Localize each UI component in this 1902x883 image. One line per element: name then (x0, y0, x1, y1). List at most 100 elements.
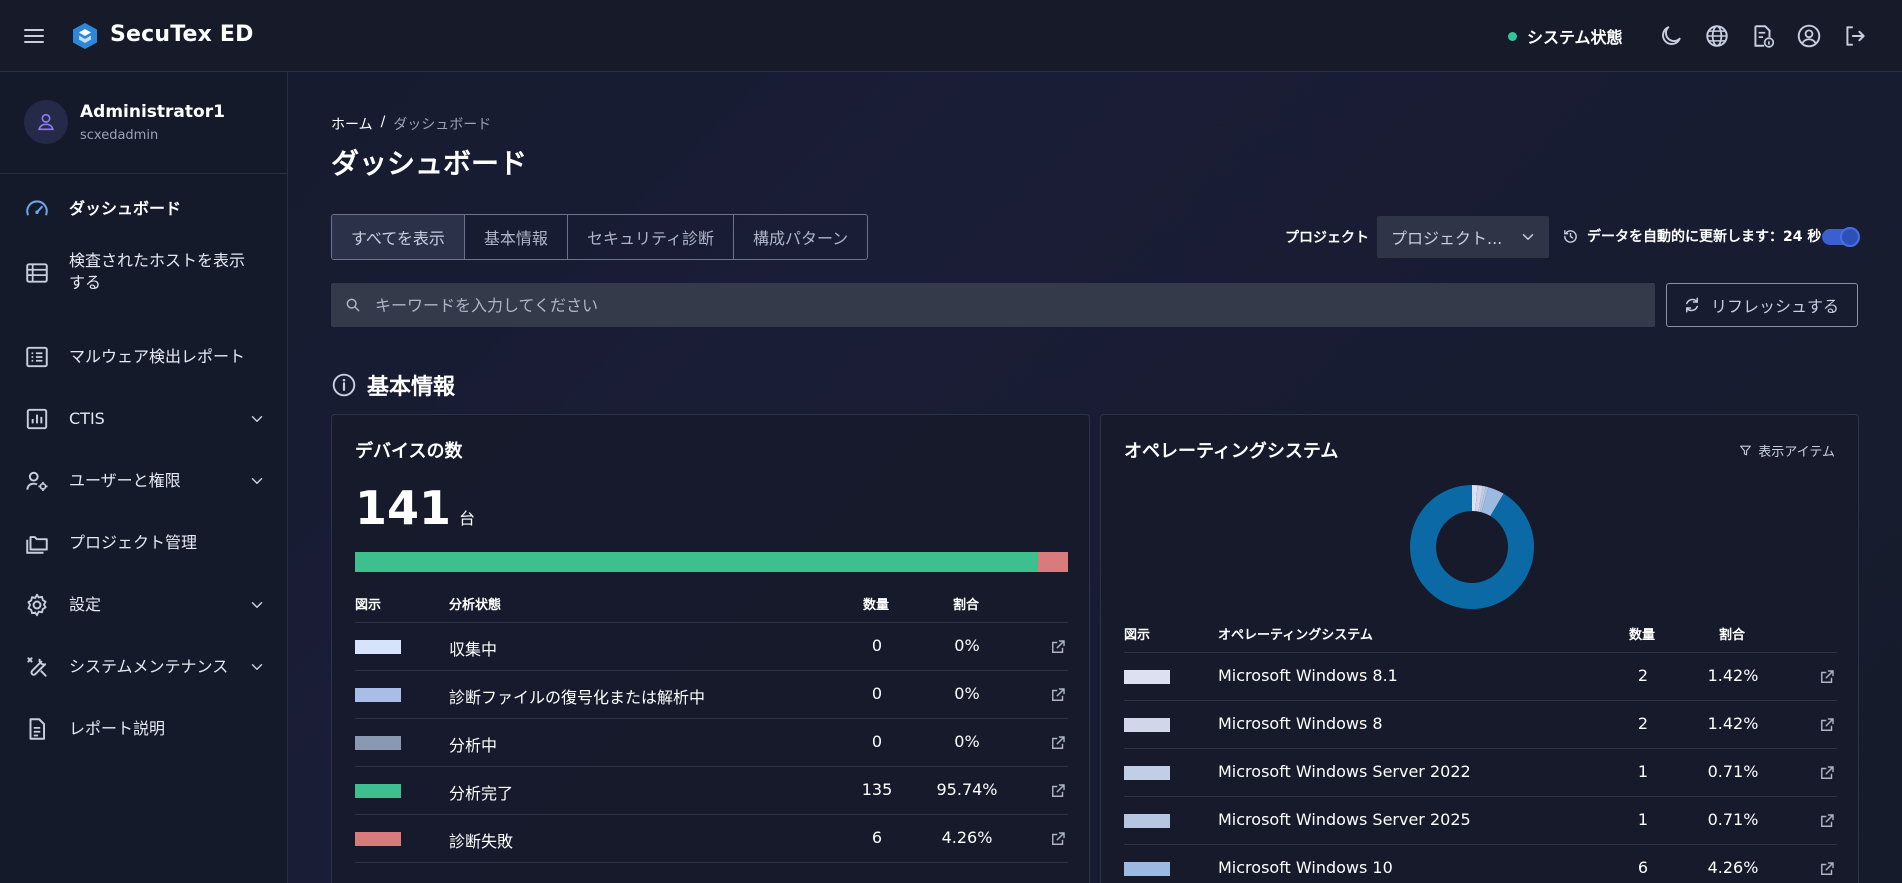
open-external-icon[interactable] (1049, 782, 1067, 800)
sidebar-item-system-maintenance[interactable]: システムメンテナンス (0, 642, 288, 692)
sidebar-item-malware-report[interactable]: マルウェア検出レポート (0, 332, 288, 382)
chevron-down-icon (248, 596, 266, 614)
cell-ratio: 1.42% (1707, 666, 1759, 685)
table-row: 診断失敗 6 4.26% (355, 815, 1068, 863)
hamburger-menu-icon[interactable] (22, 24, 46, 48)
table-row: Microsoft Windows Server 2025 1 0.71% (1124, 797, 1837, 845)
cell-qty: 6 (871, 828, 883, 847)
sidebar-item-settings[interactable]: 設定 (0, 580, 288, 630)
sidebar-item-label: ダッシュボード (69, 199, 182, 218)
account-circle-icon[interactable] (1796, 23, 1822, 49)
breadcrumb-current: ダッシュボード (393, 117, 492, 133)
open-external-icon[interactable] (1818, 668, 1836, 686)
cell-qty: 1 (1637, 810, 1649, 829)
cell-qty: 0 (871, 684, 883, 703)
device-count-card: デバイスの数 141 台 図示 分析状態 数量 割合 収集中 0 0% 診断ファイルの… (331, 414, 1090, 883)
tab-show-all[interactable]: すべてを表示 (332, 215, 465, 259)
tab-basic-info[interactable]: 基本情報 (465, 215, 568, 259)
header-qty: 数量 (863, 598, 890, 613)
open-external-icon[interactable] (1049, 734, 1067, 752)
table-header-row: 図示 オペレーティングシステム 数量 割合 (1124, 615, 1837, 653)
brand-name: SecuTex ED (110, 22, 254, 47)
cell-qty: 6 (1637, 858, 1649, 877)
section-header-basic-info: 基本情報 (331, 369, 455, 401)
header-qty: 数量 (1629, 628, 1656, 643)
breadcrumb: ホーム / ダッシュボード (331, 114, 491, 134)
auto-refresh-toggle[interactable] (1822, 227, 1860, 247)
cell-ratio: 95.74% (936, 780, 998, 799)
cell-ratio: 4.26% (941, 828, 993, 847)
top-bar: SecuTex ED システム状態 (0, 0, 1902, 72)
project-selected-value: プロジェクト... (1391, 229, 1503, 248)
os-donut-chart (1410, 485, 1534, 609)
breadcrumb-home-link[interactable]: ホーム (331, 114, 373, 134)
user-gear-icon (24, 468, 50, 494)
header-os: オペレーティングシステム (1218, 628, 1373, 643)
sidebar-item-ctis[interactable]: CTIS (0, 394, 288, 444)
legend-swatch (355, 688, 401, 702)
tab-security-diagnosis[interactable]: セキュリティ診断 (568, 215, 734, 259)
display-items-filter-button[interactable]: 表示アイテム (1739, 441, 1835, 460)
device-status-stacked-bar (355, 552, 1068, 572)
search-input[interactable] (375, 283, 1635, 327)
open-external-icon[interactable] (1818, 860, 1836, 878)
document-info-icon[interactable] (1750, 23, 1776, 49)
cell-label: Microsoft Windows 10 (1218, 858, 1393, 877)
status-dot-icon (1508, 31, 1517, 41)
avatar[interactable] (24, 100, 68, 144)
donut-slice-other[interactable] (1410, 485, 1534, 609)
sidebar: Administrator1 scxedadmin ダッシュボード 検査されたホ… (0, 72, 288, 883)
tab-config-pattern[interactable]: 構成パターン (734, 215, 867, 259)
project-select[interactable]: プロジェクト... (1377, 216, 1549, 258)
search-box (331, 283, 1655, 327)
tools-icon (24, 654, 50, 680)
gear-icon (24, 592, 50, 618)
cell-qty: 2 (1637, 714, 1649, 733)
logout-icon[interactable] (1842, 23, 1868, 49)
header-ratio: 割合 (1719, 628, 1746, 643)
language-globe-icon[interactable] (1704, 23, 1730, 49)
cell-qty: 1 (1637, 762, 1649, 781)
header-legend: 図示 (1124, 628, 1151, 643)
open-external-icon[interactable] (1049, 686, 1067, 704)
cell-label: 分析中 (449, 736, 498, 755)
legend-swatch (1124, 814, 1170, 828)
stacked-bar-segment (1037, 552, 1068, 572)
sidebar-item-label: 検査されたホストを表示する (69, 251, 246, 292)
open-external-icon[interactable] (1818, 764, 1836, 782)
cell-label: Microsoft Windows 8 (1218, 714, 1383, 733)
cell-label: 分析完了 (449, 784, 514, 803)
speedometer-icon (24, 196, 50, 222)
section-title: 基本情報 (367, 375, 456, 400)
document-icon (24, 716, 50, 742)
filter-label: 表示アイテム (1758, 445, 1835, 460)
table-list-icon (24, 260, 50, 286)
chevron-down-icon (248, 410, 266, 428)
cell-label: 収集中 (449, 640, 498, 659)
cell-qty: 2 (1637, 666, 1649, 685)
cell-label: Microsoft Windows Server 2025 (1218, 810, 1471, 829)
system-status[interactable]: システム状態 (1508, 24, 1623, 48)
sidebar-item-report-description[interactable]: レポート説明 (0, 704, 288, 754)
user-id: scxedadmin (80, 128, 159, 143)
sidebar-item-dashboard[interactable]: ダッシュボード (0, 184, 288, 234)
legend-swatch (1124, 862, 1170, 876)
cell-qty: 0 (871, 636, 883, 655)
refresh-button[interactable]: リフレッシュする (1666, 283, 1858, 327)
open-external-icon[interactable] (1049, 638, 1067, 656)
legend-swatch (1124, 718, 1170, 732)
open-external-icon[interactable] (1818, 812, 1836, 830)
sidebar-item-users-permissions[interactable]: ユーザーと権限 (0, 456, 288, 506)
cell-qty: 0 (871, 732, 883, 751)
open-external-icon[interactable] (1818, 716, 1836, 734)
sidebar-item-scanned-hosts[interactable]: 検査されたホストを表示する (0, 242, 288, 304)
table-row: 収集中 0 0% (355, 623, 1068, 671)
card-title: デバイスの数 (355, 441, 463, 462)
device-count-unit: 台 (459, 509, 476, 528)
chevron-down-icon (248, 658, 266, 676)
legend-swatch (1124, 670, 1170, 684)
dark-mode-moon-icon[interactable] (1658, 23, 1684, 49)
refresh-icon (1683, 296, 1701, 314)
sidebar-item-project-management[interactable]: プロジェクト管理 (0, 518, 288, 568)
open-external-icon[interactable] (1049, 830, 1067, 848)
